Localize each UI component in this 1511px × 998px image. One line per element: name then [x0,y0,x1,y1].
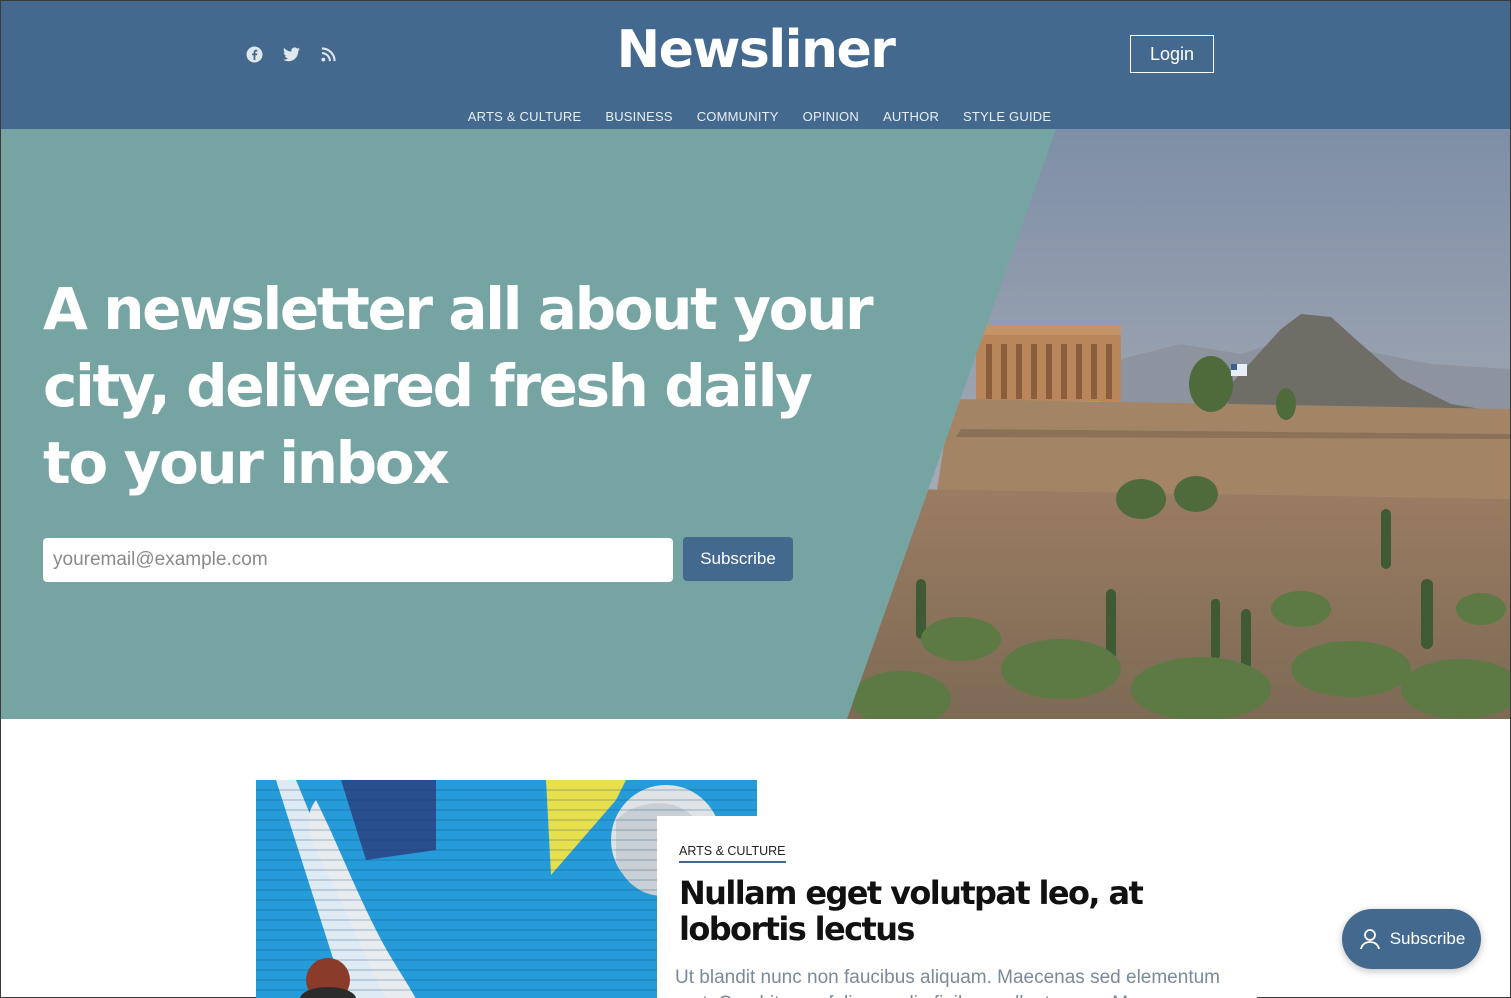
site-logo[interactable]: Newsliner [1,19,1510,81]
floating-subscribe-label: Subscribe [1389,929,1466,948]
floating-subscribe-button[interactable]: Subscribe [1342,909,1481,969]
nav-item-opinion[interactable]: OPINION [803,109,859,124]
nav-item-author[interactable]: AUTHOR [883,109,939,124]
site-header: Newsliner Login ARTS & CULTURE BUSINESS … [1,1,1510,129]
hero-headline: A newsletter all about your city, delive… [43,275,874,497]
login-button[interactable]: Login [1130,35,1214,73]
nav-item-business[interactable]: BUSINESS [605,109,672,124]
nav-item-style-guide[interactable]: STYLE GUIDE [963,109,1051,124]
email-input[interactable] [43,538,673,582]
article-card: ARTS & CULTURE Nullam eget volutpat leo,… [657,816,1257,998]
hero-section: A newsletter all about your city, delive… [1,129,1510,719]
nav-item-arts-culture[interactable]: ARTS & CULTURE [468,109,582,124]
article-category-tag[interactable]: ARTS & CULTURE [679,844,786,863]
user-icon [1359,929,1380,950]
article-excerpt: Ut blandit nunc non faucibus aliquam. Ma… [675,967,1220,998]
article-title[interactable]: Nullam eget volutpat leo, at lobortis le… [679,875,1239,947]
subscribe-button[interactable]: Subscribe [683,537,793,581]
main-nav: ARTS & CULTURE BUSINESS COMMUNITY OPINIO… [1,109,1510,124]
nav-item-community[interactable]: COMMUNITY [697,109,779,124]
